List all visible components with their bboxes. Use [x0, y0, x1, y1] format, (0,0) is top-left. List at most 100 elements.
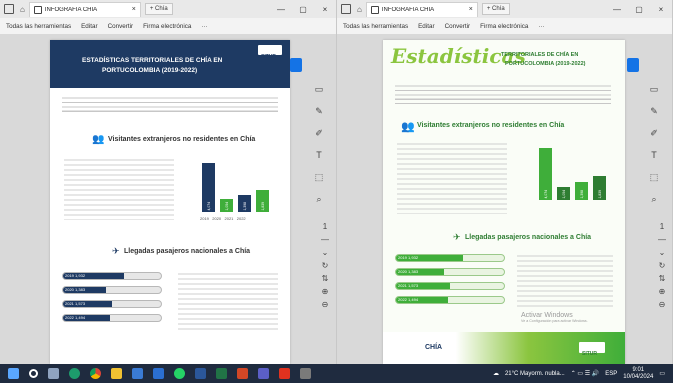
close-button[interactable]: × — [650, 5, 672, 14]
bar-2022-label: 1,839 — [260, 201, 265, 211]
situr-logo-text: SITUR — [582, 351, 597, 357]
section-visitors-title: Visitantes extranjeros no residentes en … — [108, 136, 256, 143]
weather-text[interactable]: 21°C Mayorm. nubla... — [505, 371, 565, 377]
bar-2020: 1,054 — [557, 187, 570, 200]
powerpoint-icon[interactable] — [237, 368, 248, 379]
minimize-button[interactable]: — — [606, 5, 628, 14]
comment-icon[interactable]: ▭ — [649, 84, 659, 94]
edge-icon[interactable] — [69, 368, 80, 379]
bar-2019-label: 4,074 — [206, 201, 211, 211]
tab-infografia[interactable]: INFOGRAFÍA CHÍA × — [365, 1, 478, 17]
visitors-text — [64, 158, 174, 220]
zoom-in-icon[interactable]: ⊕ — [659, 285, 666, 298]
highlight-icon[interactable]: ✎ — [314, 106, 324, 116]
all-tools-button[interactable]: Todas las herramientas — [6, 23, 71, 30]
highlight-icon[interactable]: ✎ — [649, 106, 659, 116]
zoom-controls: 1 — ⌄ ↻ ⇅ ⊕ ⊖ — [318, 220, 332, 311]
window-controls: — ▢ × — [270, 5, 336, 14]
page-down-icon[interactable]: ⌄ — [322, 246, 329, 259]
search-icon[interactable] — [29, 369, 38, 378]
pill-2020: 2020 1,383 — [395, 268, 505, 276]
section-arrivals-title: Llegadas pasajeros nacionales a Chía — [124, 248, 251, 255]
text-icon[interactable]: T — [649, 150, 659, 160]
tab-actions-icon[interactable] — [341, 4, 351, 14]
mail-icon[interactable] — [153, 368, 164, 379]
bar-2021: 1,398 — [575, 182, 588, 200]
tab-infografia[interactable]: INFOGRAFÍA CHÍA × — [28, 1, 141, 17]
fit-icon[interactable]: ⇅ — [322, 272, 329, 285]
teams-icon[interactable] — [258, 368, 269, 379]
taskbar: ☁ 21°C Mayorm. nubla... ⌃ ▭ ☰ 🔊 ESP 9:01… — [0, 364, 673, 383]
close-button[interactable]: × — [314, 5, 336, 14]
tab-close-icon[interactable]: × — [132, 6, 136, 13]
excel-icon[interactable] — [216, 368, 227, 379]
start-icon[interactable] — [8, 368, 19, 379]
more-button[interactable]: ··· — [538, 23, 544, 30]
zoom-out-icon[interactable]: ⊖ — [322, 298, 329, 311]
active-tool-button[interactable] — [627, 58, 639, 72]
pdf-page: Estadísticas TERRITORIALES DE CHÍA EN PO… — [383, 40, 625, 364]
clock[interactable]: 9:01 10/04/2024 — [623, 367, 653, 381]
activation-watermark: Activar Windows Ve a Configuración para … — [521, 312, 588, 323]
new-tab-button[interactable]: + Chía — [481, 3, 510, 15]
notifications-icon[interactable]: ▭ — [659, 370, 665, 377]
chrome-icon[interactable] — [90, 368, 101, 379]
e-sign-button[interactable]: Firma electrónica — [143, 23, 191, 30]
window-controls: — ▢ × — [606, 5, 672, 14]
bar-2019: 4,074 — [539, 148, 552, 200]
workspaces-icon[interactable]: ⌂ — [357, 5, 362, 14]
zoom-in-icon[interactable]: ⊕ — [322, 285, 329, 298]
edit-button[interactable]: Editar — [418, 23, 434, 30]
page-up-icon[interactable]: 1 — [660, 220, 664, 233]
draw-icon[interactable]: ✐ — [649, 128, 659, 138]
pdf-viewer: ESTADÍSTICAS TERRITORIALES DE CHÍA EN PO… — [0, 34, 336, 364]
bar-2021-label: 1,398 — [579, 189, 584, 199]
word-icon[interactable] — [195, 368, 206, 379]
fit-icon[interactable]: ⇅ — [659, 272, 666, 285]
active-tool-button[interactable] — [290, 58, 302, 72]
new-tab-button[interactable]: + Chía — [144, 3, 173, 15]
refresh-icon[interactable]: ↻ — [659, 259, 666, 272]
comment-icon[interactable]: ▭ — [314, 84, 324, 94]
e-sign-button[interactable]: Firma electrónica — [480, 23, 528, 30]
bar-2022: 1,839 — [256, 190, 269, 212]
task-view-icon[interactable] — [48, 368, 59, 379]
convert-button[interactable]: Convertir — [445, 23, 471, 30]
text-icon[interactable]: T — [314, 150, 324, 160]
more-button[interactable]: ··· — [201, 23, 207, 30]
search-text-icon[interactable]: ⌕ — [649, 194, 659, 204]
watermark-line2: Ve a Configuración para activar Windows. — [521, 319, 588, 323]
edit-button[interactable]: Editar — [81, 23, 97, 30]
weather-icon[interactable]: ☁ — [493, 370, 499, 377]
browser-window-left: ⌂ INFOGRAFÍA CHÍA × + Chía — ▢ × Todas l… — [0, 0, 337, 364]
refresh-icon[interactable]: ↻ — [322, 259, 329, 272]
maximize-button[interactable]: ▢ — [292, 5, 314, 14]
tab-actions-icon[interactable] — [4, 4, 14, 14]
pdf-favicon-icon — [370, 5, 379, 14]
select-icon[interactable]: ⬚ — [314, 172, 324, 182]
convert-button[interactable]: Convertir — [108, 23, 134, 30]
all-tools-button[interactable]: Todas las herramientas — [343, 23, 408, 30]
page-up-icon[interactable]: 1 — [323, 220, 327, 233]
zoom-controls: 1 — ⌄ ↻ ⇅ ⊕ ⊖ — [655, 220, 669, 311]
whatsapp-icon[interactable] — [174, 368, 185, 379]
store-icon[interactable] — [132, 368, 143, 379]
draw-icon[interactable]: ✐ — [314, 128, 324, 138]
minimize-button[interactable]: — — [270, 5, 292, 14]
tray-icons[interactable]: ⌃ ▭ ☰ 🔊 — [571, 370, 600, 377]
explorer-icon[interactable] — [111, 368, 122, 379]
language-indicator[interactable]: ESP — [605, 371, 617, 377]
bar-2020-label: 1,054 — [561, 189, 566, 199]
page-down-icon[interactable]: ⌄ — [659, 246, 666, 259]
tab-close-icon[interactable]: × — [469, 6, 473, 13]
pill-2022: 2022 1,494 — [395, 296, 505, 304]
search-text-icon[interactable]: ⌕ — [314, 194, 324, 204]
zoom-out-icon[interactable]: ⊖ — [659, 298, 666, 311]
pdf-viewer: Estadísticas TERRITORIALES DE CHÍA EN PO… — [337, 34, 672, 364]
acrobat-icon[interactable] — [279, 368, 290, 379]
header-title-2: PORTUCOLOMBIA (2019-2022) — [102, 67, 198, 74]
workspaces-icon[interactable]: ⌂ — [20, 5, 25, 14]
app-icon[interactable] — [300, 368, 311, 379]
maximize-button[interactable]: ▢ — [628, 5, 650, 14]
select-icon[interactable]: ⬚ — [649, 172, 659, 182]
